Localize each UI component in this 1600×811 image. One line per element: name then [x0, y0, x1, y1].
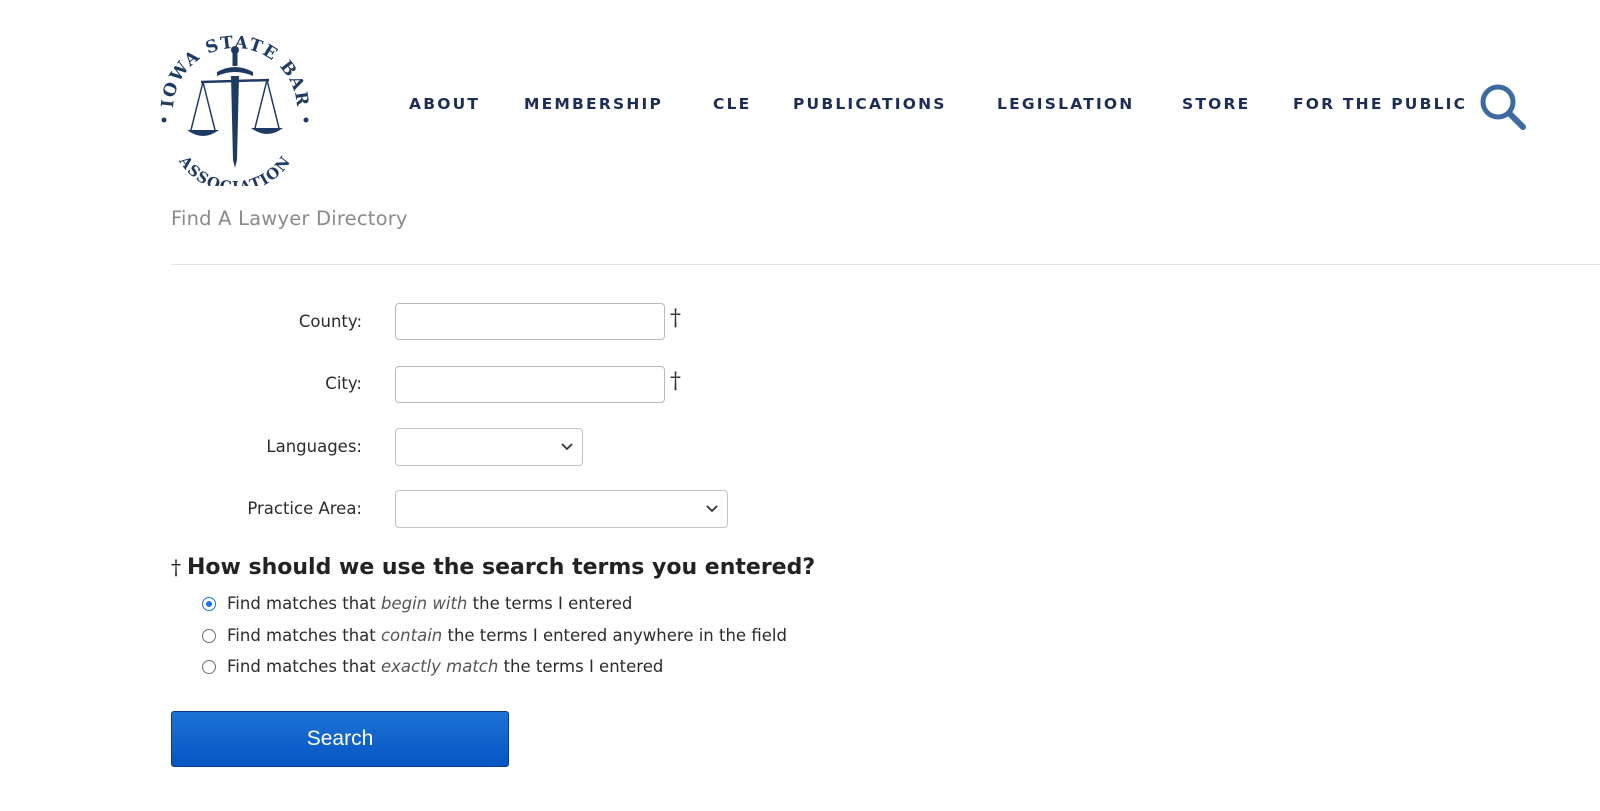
match-option-label: Find matches that begin with the terms I… [227, 594, 633, 613]
logo-seal: IOWA STATE BAR ASSOCIATION [158, 33, 311, 197]
match-question-heading: † How should we use the search terms you … [171, 555, 815, 580]
radio-begin-with[interactable] [202, 597, 216, 611]
question-text: How should we use the search terms you e… [187, 555, 816, 580]
county-label: County: [298, 312, 362, 331]
radio-exactly-match[interactable] [202, 660, 216, 674]
chevron-down-icon [706, 505, 718, 513]
title-divider [171, 264, 1600, 265]
nav-publications[interactable]: PUBLICATIONS [793, 95, 947, 113]
nav-legislation[interactable]: LEGISLATION [997, 95, 1134, 113]
search-button[interactable]: Search [171, 711, 509, 767]
languages-select[interactable] [395, 428, 583, 466]
languages-label: Languages: [266, 437, 362, 456]
page-title: Find A Lawyer Directory [171, 207, 408, 230]
search-icon[interactable] [1478, 82, 1530, 130]
nav-for-the-public[interactable]: FOR THE PUBLIC [1293, 95, 1467, 113]
chevron-down-icon [561, 443, 573, 451]
practice-area-select[interactable] [395, 490, 728, 528]
iowa-state-bar-logo[interactable]: IOWA STATE BAR ASSOCIATION [155, 18, 315, 197]
nav-membership[interactable]: MEMBERSHIP [524, 95, 663, 113]
county-dagger: † [670, 306, 681, 331]
nav-store[interactable]: STORE [1182, 95, 1250, 113]
county-input[interactable] [395, 303, 665, 340]
match-option-label: Find matches that contain the terms I en… [227, 626, 787, 645]
practice-area-label: Practice Area: [247, 499, 362, 518]
radio-contain[interactable] [202, 629, 216, 643]
city-dagger: † [670, 369, 681, 394]
city-label: City: [325, 374, 362, 393]
match-option-label: Find matches that exactly match the term… [227, 657, 664, 676]
city-input[interactable] [395, 366, 665, 403]
nav-cle[interactable]: CLE [713, 95, 751, 113]
nav-about[interactable]: ABOUT [409, 95, 480, 113]
question-dagger: † [171, 555, 181, 579]
